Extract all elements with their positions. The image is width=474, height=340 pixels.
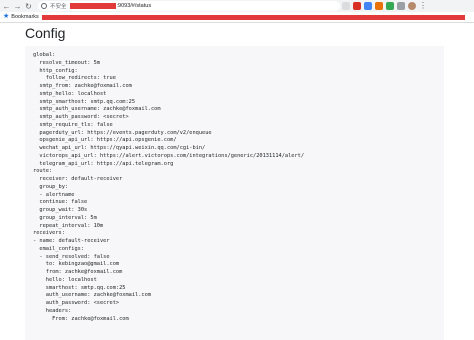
- redacted-host: [69, 3, 116, 9]
- forward-icon[interactable]: →: [13, 2, 22, 11]
- shield-extension-icon[interactable]: [375, 2, 383, 10]
- bookmarks-folder[interactable]: Bookmarks: [11, 14, 39, 20]
- star-icon: ★: [3, 13, 10, 20]
- menu-icon[interactable]: ⋮: [419, 2, 427, 10]
- config-yaml: global: resolve_timeout: 5m http_config:…: [33, 52, 305, 322]
- puzzle-icon[interactable]: [397, 2, 405, 10]
- bookmark-icon[interactable]: [342, 2, 350, 10]
- url-text: :9093/#/status: [116, 3, 152, 9]
- address-bar: ← → ↻ 不安全 :9093/#/status ⋮: [0, 0, 474, 12]
- bookmarks-bar: ★ Bookmarks: [0, 12, 474, 23]
- translate-extension-icon[interactable]: [364, 2, 372, 10]
- insecure-label: 不安全: [50, 4, 67, 10]
- config-panel: global: resolve_timeout: 5m http_config:…: [25, 46, 444, 340]
- green-extension-icon[interactable]: [386, 2, 394, 10]
- url-input[interactable]: 不安全 :9093/#/status: [38, 1, 340, 11]
- info-icon[interactable]: [41, 3, 47, 9]
- extensions-area: ⋮: [342, 1, 427, 11]
- back-icon[interactable]: ←: [2, 2, 11, 11]
- profile-avatar-icon[interactable]: [408, 2, 416, 10]
- page-title: Config: [25, 25, 66, 41]
- redacted-bookmarks: [42, 15, 465, 20]
- mail-extension-icon[interactable]: [353, 2, 361, 10]
- reload-icon[interactable]: ↻: [24, 2, 33, 11]
